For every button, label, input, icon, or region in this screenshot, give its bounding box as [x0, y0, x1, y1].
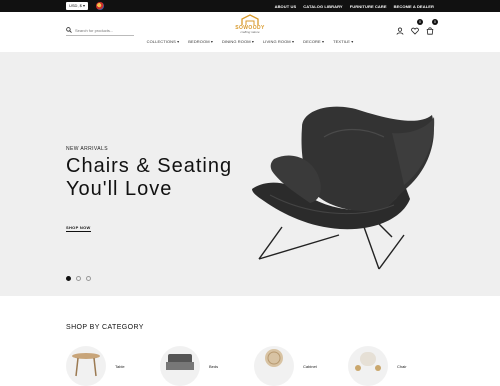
- top-link-care[interactable]: FURNITURE CARE: [350, 4, 387, 9]
- category-thumb: [254, 346, 294, 386]
- chevron-down-icon: ▾: [82, 3, 85, 8]
- category-label: Beds: [209, 364, 219, 369]
- nav-label: DINING ROOM: [221, 39, 251, 44]
- hero-eyebrow: NEW ARRIVALS: [66, 146, 108, 152]
- header-icons: 0 0: [396, 19, 438, 35]
- category-label: Cabinet: [303, 364, 317, 369]
- nav-label: COLLECTIONS: [146, 39, 176, 44]
- cart-icon: [426, 27, 434, 35]
- category-label: Chair: [397, 364, 407, 369]
- section-title: SHOP BY CATEGORY: [66, 324, 144, 331]
- currency-selector[interactable]: USD, $ ▾: [66, 2, 88, 10]
- cabinet-icon: [265, 349, 283, 367]
- nav-item-collections[interactable]: COLLECTIONS ▾: [147, 39, 180, 44]
- site-logo[interactable]: SOWOODY crafting nature: [232, 14, 268, 36]
- nav-item-dining-room[interactable]: DINING ROOM ▾: [222, 39, 254, 44]
- shop-now-link[interactable]: SHOP NOW: [66, 225, 91, 232]
- cart-count-badge: 0: [432, 19, 438, 25]
- category-thumb: [348, 346, 388, 386]
- wishlist-button[interactable]: 0: [411, 19, 423, 35]
- nav-item-decore[interactable]: DECORE ▾: [303, 39, 324, 44]
- user-icon: [396, 27, 404, 35]
- wishlist-count-badge: 0: [417, 19, 423, 25]
- currency-label: USD, $: [69, 3, 82, 8]
- category-label: Table: [115, 364, 125, 369]
- top-link-catalog[interactable]: CATALOG LIBRARY: [303, 4, 342, 9]
- bed-icon: [166, 354, 194, 370]
- cart-button[interactable]: 0: [426, 19, 438, 35]
- category-thumb: [160, 346, 200, 386]
- hero-slider: NEW ARRIVALS Chairs & Seating You'll Lov…: [0, 52, 500, 296]
- top-link-dealer[interactable]: BECOME A DEALER: [394, 4, 434, 9]
- nav-label: BEDROOM: [188, 39, 210, 44]
- search-icon[interactable]: [66, 27, 72, 33]
- hero-title: Chairs & Seating You'll Love: [66, 155, 266, 201]
- top-bar: USD, $ ▾ ABOUT US CATALOG LIBRARY FURNIT…: [0, 0, 500, 12]
- main-nav: COLLECTIONS ▾ BEDROOM ▾ DINING ROOM ▾ LI…: [0, 39, 500, 44]
- category-thumb: [66, 346, 106, 386]
- nav-item-textile[interactable]: TEXTILE ▾: [333, 39, 353, 44]
- hero-title-line1: Chairs & Seating: [66, 155, 233, 177]
- lounge-chair-image: [252, 106, 435, 270]
- nav-label: TEXTILE: [333, 39, 351, 44]
- account-button[interactable]: [396, 22, 404, 35]
- table-icon: [72, 353, 100, 377]
- category-list: Table Beds Cabinet Chair: [66, 346, 436, 386]
- slider-dots: [66, 276, 91, 281]
- chair-icon: [355, 352, 381, 371]
- top-links: ABOUT US CATALOG LIBRARY FURNITURE CARE …: [275, 0, 434, 12]
- slider-dot-3[interactable]: [86, 276, 91, 281]
- heart-icon: [411, 27, 419, 35]
- slider-dot-1[interactable]: [66, 276, 71, 281]
- slider-dot-2[interactable]: [76, 276, 81, 281]
- hero-title-line2: You'll Love: [66, 178, 173, 200]
- language-flag-icon[interactable]: [96, 2, 104, 10]
- logo-tagline: crafting nature: [240, 30, 260, 34]
- nav-item-living-room[interactable]: LIVING ROOM ▾: [263, 39, 294, 44]
- nav-label: DECORE: [303, 39, 321, 44]
- nav-label: LIVING ROOM: [262, 39, 291, 44]
- nav-item-bedroom[interactable]: BEDROOM ▾: [188, 39, 213, 44]
- top-link-about[interactable]: ABOUT US: [275, 4, 297, 9]
- search-box[interactable]: [66, 26, 134, 36]
- search-input[interactable]: [75, 26, 133, 35]
